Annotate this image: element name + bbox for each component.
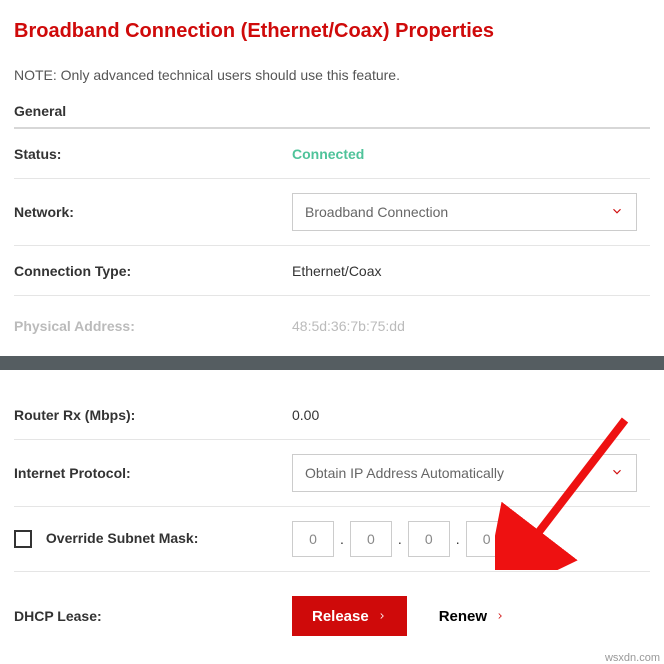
connection-type-value: Ethernet/Coax bbox=[292, 263, 650, 279]
subnet-octets: . . . bbox=[292, 521, 650, 557]
physical-address-label: Physical Address: bbox=[14, 318, 292, 334]
subnet-octet-4[interactable] bbox=[466, 521, 508, 557]
row-override-subnet: Override Subnet Mask: . . . bbox=[14, 507, 650, 572]
subnet-octet-3[interactable] bbox=[408, 521, 450, 557]
row-router-rx: Router Rx (Mbps): 0.00 bbox=[14, 390, 650, 440]
router-rx-value: 0.00 bbox=[292, 407, 650, 423]
chevron-down-icon bbox=[610, 465, 624, 482]
status-value: Connected bbox=[292, 146, 650, 162]
connection-type-label: Connection Type: bbox=[14, 263, 292, 279]
override-subnet-text: Override Subnet Mask: bbox=[46, 530, 199, 546]
dot-separator: . bbox=[454, 531, 462, 547]
network-label: Network: bbox=[14, 204, 292, 220]
renew-button-label: Renew bbox=[439, 608, 487, 625]
release-button[interactable]: Release bbox=[292, 596, 407, 636]
dot-separator: . bbox=[396, 531, 404, 547]
internet-protocol-label: Internet Protocol: bbox=[14, 465, 292, 481]
network-select-value: Broadband Connection bbox=[305, 204, 448, 220]
subnet-octet-1[interactable] bbox=[292, 521, 334, 557]
row-internet-protocol: Internet Protocol: Obtain IP Address Aut… bbox=[14, 440, 650, 507]
router-rx-label: Router Rx (Mbps): bbox=[14, 407, 292, 423]
row-connection-type: Connection Type: Ethernet/Coax bbox=[14, 246, 650, 296]
section-general: General bbox=[14, 103, 650, 129]
divider-bar bbox=[0, 356, 664, 370]
subnet-octet-2[interactable] bbox=[350, 521, 392, 557]
note-text: NOTE: Only advanced technical users shou… bbox=[14, 67, 650, 83]
page-title: Broadband Connection (Ethernet/Coax) Pro… bbox=[14, 20, 650, 43]
chevron-right-icon bbox=[377, 608, 387, 625]
override-subnet-checkbox[interactable] bbox=[14, 530, 32, 548]
internet-protocol-value: Obtain IP Address Automatically bbox=[305, 465, 504, 481]
row-status: Status: Connected bbox=[14, 129, 650, 179]
internet-protocol-select[interactable]: Obtain IP Address Automatically bbox=[292, 454, 637, 492]
chevron-down-icon bbox=[610, 204, 624, 221]
dhcp-lease-label: DHCP Lease: bbox=[14, 608, 292, 624]
physical-address-value: 48:5d:36:7b:75:dd bbox=[292, 318, 650, 334]
row-dhcp-lease: DHCP Lease: Release Renew bbox=[14, 572, 650, 650]
status-label: Status: bbox=[14, 146, 292, 162]
row-network: Network: Broadband Connection bbox=[14, 179, 650, 246]
network-select[interactable]: Broadband Connection bbox=[292, 193, 637, 231]
override-subnet-label: Override Subnet Mask: bbox=[14, 530, 292, 548]
row-physical-address: Physical Address: 48:5d:36:7b:75:dd bbox=[14, 296, 650, 346]
renew-button[interactable]: Renew bbox=[431, 596, 513, 636]
release-button-label: Release bbox=[312, 608, 369, 625]
dot-separator: . bbox=[338, 531, 346, 547]
chevron-right-icon bbox=[495, 608, 505, 625]
watermark: wsxdn.com bbox=[605, 652, 660, 664]
